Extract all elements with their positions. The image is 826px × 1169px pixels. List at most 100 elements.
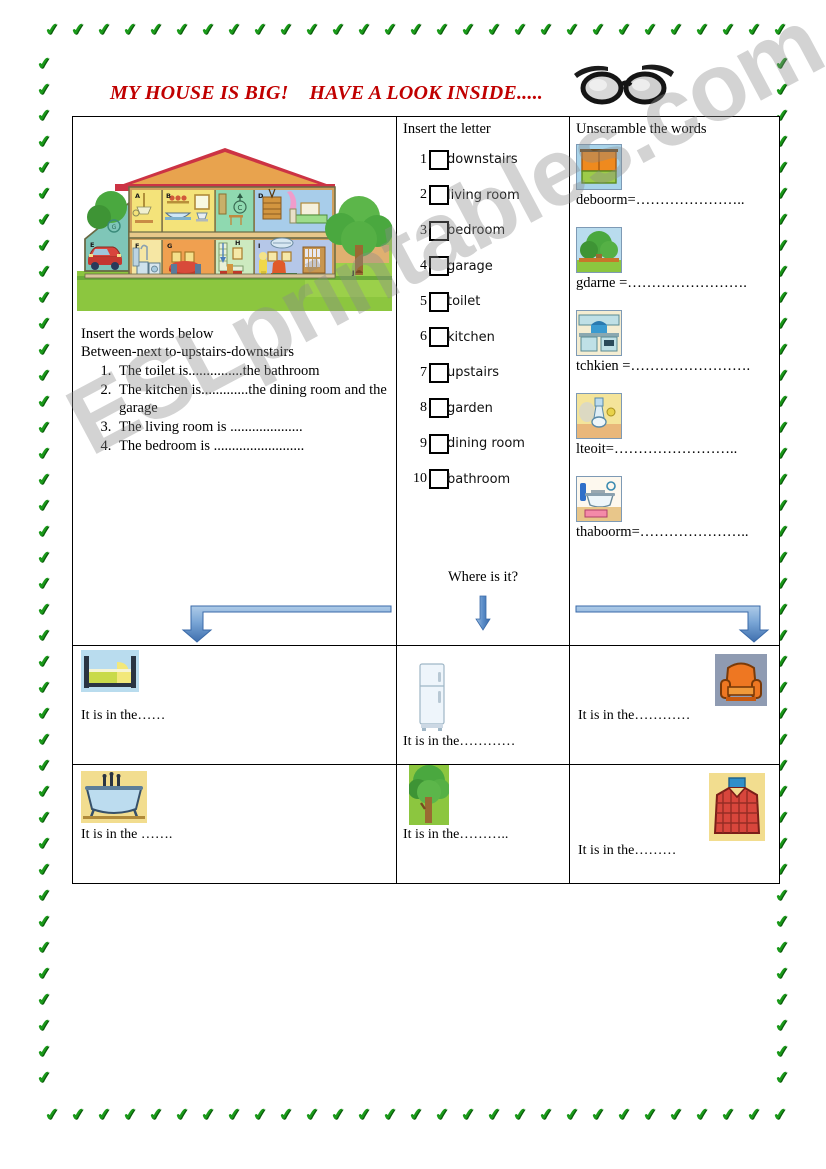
tree-icon: [409, 765, 449, 825]
svg-text:G: G: [112, 224, 117, 231]
sentence-item[interactable]: The living room is ....................: [115, 418, 391, 436]
svg-text:F: F: [135, 242, 139, 250]
letter-answer-box[interactable]: [429, 469, 449, 490]
letter-list-item[interactable]: 5 toilet: [397, 284, 569, 320]
border-check-icon: ✔: [303, 1104, 321, 1126]
border-check-icon: ✔: [35, 261, 53, 283]
border-check-icon: ✔: [35, 755, 53, 777]
scrambled-word[interactable]: lteoit=……………………..: [570, 439, 779, 458]
border-check-icon: ✔: [35, 209, 53, 231]
answer-cell-armchair[interactable]: It is in the…………: [570, 646, 779, 764]
letter-list-item[interactable]: 8 garden: [397, 391, 569, 427]
room-label: dining room: [447, 436, 525, 452]
scrambled-word[interactable]: deboorm=…………………..: [570, 190, 779, 209]
sentence-list: The toilet is...............the bathroom…: [81, 362, 391, 455]
border-check-icon: ✔: [35, 547, 53, 569]
unscramble-item[interactable]: tchkien =…………………….: [570, 310, 779, 375]
letter-answer-box[interactable]: [429, 256, 449, 277]
fridge-icon: [413, 660, 453, 732]
toilet-icon: [576, 393, 622, 439]
room-label: garden: [447, 400, 493, 416]
where-is-it-label: Where is it?: [447, 569, 519, 585]
armchair-icon: [715, 654, 767, 706]
unscramble-item[interactable]: gdarne =…………………….: [570, 227, 779, 292]
item-number: 8: [420, 400, 427, 416]
answer-row-2: It is in the ……. It is in the……….. It is…: [73, 764, 779, 883]
svg-text:B: B: [166, 192, 171, 200]
scrambled-word[interactable]: gdarne =…………………….: [570, 273, 779, 292]
border-check-icon: ✔: [35, 521, 53, 543]
answer-cell-bathtub[interactable]: It is in the …….: [73, 765, 397, 883]
border-check-icon: ✔: [35, 781, 53, 803]
border-check-icon: ✔: [95, 1104, 113, 1126]
border-check-icon: ✔: [433, 1104, 451, 1126]
border-check-icon: ✔: [329, 1104, 347, 1126]
scrambled-word[interactable]: thaboorm=…………………..: [570, 522, 779, 541]
sentence-item[interactable]: The bedroom is .........................: [115, 437, 391, 455]
border-check-icon: ✔: [407, 1104, 425, 1126]
letter-list-item[interactable]: 9 dining room: [397, 426, 569, 462]
letter-list-item[interactable]: 1 downstairs: [397, 142, 569, 178]
border-check-icon: ✔: [771, 1104, 789, 1126]
letter-list-item[interactable]: 3 bedroom: [397, 213, 569, 249]
answer-cell-tree[interactable]: It is in the………..: [397, 765, 570, 883]
border-check-icon: ✔: [35, 677, 53, 699]
room-label: bedroom: [447, 223, 506, 239]
border-check-icon: ✔: [773, 989, 791, 1011]
item-number: 10: [413, 471, 427, 487]
word-bank: Between-next to-upstairs-downstairs: [81, 344, 295, 360]
border-check-icon: ✔: [537, 19, 555, 41]
bedroom-icon: [576, 144, 622, 190]
svg-text:H: H: [235, 239, 240, 247]
border-check-icon: ✔: [407, 19, 425, 41]
border-check-icon: ✔: [35, 859, 53, 881]
letter-list-item[interactable]: 2 living room: [397, 178, 569, 214]
letter-answer-box[interactable]: [429, 149, 449, 170]
letter-answer-box[interactable]: [429, 398, 449, 419]
letter-list-item[interactable]: 4 garage: [397, 249, 569, 285]
border-check-icon: ✔: [35, 339, 53, 361]
svg-text:C: C: [238, 204, 243, 212]
border-check-icon: ✔: [35, 313, 53, 335]
border-check-icon: ✔: [35, 469, 53, 491]
border-check-icon: ✔: [329, 19, 347, 41]
letter-list-item[interactable]: 7 upstairs: [397, 355, 569, 391]
border-check-icon: ✔: [277, 19, 295, 41]
sentence-item[interactable]: The toilet is...............the bathroom: [115, 362, 391, 380]
worksheet-table: C A B D G E F G H I J Insert the words b…: [72, 116, 780, 884]
border-check-icon: ✔: [251, 1104, 269, 1126]
letter-answer-box[interactable]: [429, 291, 449, 312]
sentence-item[interactable]: The kitchen is.............the dining ro…: [115, 381, 391, 417]
border-check-icon: ✔: [35, 703, 53, 725]
border-check-icon: ✔: [589, 19, 607, 41]
border-check-icon: ✔: [745, 1104, 763, 1126]
svg-text:I: I: [258, 242, 260, 250]
insert-letter-heading: Insert the letter: [403, 121, 491, 137]
scrambled-word[interactable]: tchkien =…………………….: [570, 356, 779, 375]
border-check-icon: ✔: [773, 1041, 791, 1063]
item-number: 4: [420, 258, 427, 274]
border-check-icon: ✔: [35, 963, 53, 985]
answer-cell-fridge[interactable]: It is in the…………: [397, 646, 570, 764]
letter-answer-box[interactable]: [429, 185, 449, 206]
border-check-icon: ✔: [35, 833, 53, 855]
border-check-icon: ✔: [35, 1067, 53, 1089]
unscramble-item[interactable]: lteoit=……………………..: [570, 393, 779, 458]
border-check-icon: ✔: [69, 1104, 87, 1126]
border-check-icon: ✔: [773, 963, 791, 985]
letter-answer-box[interactable]: [429, 220, 449, 241]
answer-text: It is in the………: [578, 843, 677, 858]
answer-cell-bed[interactable]: It is in the……: [73, 646, 397, 764]
letter-list-item[interactable]: 6 kitchen: [397, 320, 569, 356]
unscramble-item[interactable]: deboorm=…………………..: [570, 144, 779, 209]
letter-list-item[interactable]: 10 bathroom: [397, 462, 569, 498]
unscramble-item[interactable]: thaboorm=…………………..: [570, 476, 779, 541]
kitchen-icon: [576, 310, 622, 356]
answer-cell-shirt[interactable]: It is in the………: [570, 765, 779, 883]
border-check-icon: ✔: [563, 19, 581, 41]
border-check-icon: ✔: [667, 19, 685, 41]
border-check-icon: ✔: [511, 19, 529, 41]
letter-answer-box[interactable]: [429, 327, 449, 348]
letter-answer-box[interactable]: [429, 433, 449, 454]
letter-answer-box[interactable]: [429, 362, 449, 383]
